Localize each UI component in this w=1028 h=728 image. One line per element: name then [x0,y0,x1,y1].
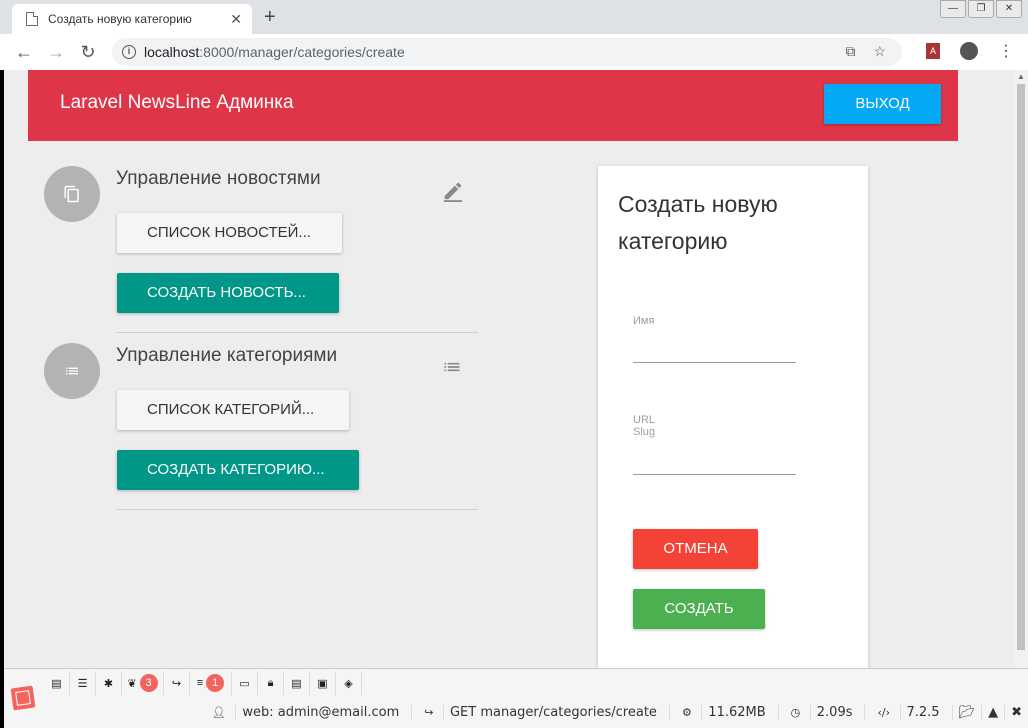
new-tab-button[interactable]: + [264,6,276,29]
request-icon[interactable]: ▤ [284,671,310,695]
bookmark-star-icon[interactable]: ☆ [873,43,886,60]
timeline-icon[interactable]: ☰ [70,671,96,695]
page-scrollbar[interactable]: ▲ [1014,70,1028,668]
slug-input[interactable] [633,474,796,475]
slug-label: URL Slug [633,414,656,438]
user-icon: 👤︎ [211,705,230,719]
scroll-up-icon[interactable]: ▲ [1017,72,1025,81]
address-bar[interactable]: i localhost:8000/manager/categories/crea… [112,38,902,66]
php-version-info[interactable]: ‹/› 7.2.5 [864,704,951,720]
info-icon[interactable]: i [122,45,136,59]
time-info[interactable]: ◷ 2.09s [777,704,865,720]
views-leaf-icon[interactable]: ❦ 3 [122,671,164,695]
list-action-icon[interactable] [442,357,462,382]
close-window-button[interactable]: ✕ [996,0,1022,18]
url-text: localhost:8000/manager/categories/create [144,44,405,60]
page-viewport: Laravel NewsLine Админка Выход Управлени… [4,70,1014,668]
code-icon: ‹/› [877,705,894,719]
create-category-card: Создать новую категорию Имя URL Slug Отм… [598,166,868,668]
debugbar: ▤ ☰ ✱ ❦ 3 ↪ ≡ 1 ▭ 🔒︎ ▤ ▣ ◈ 👤︎ web: admin… [4,668,1028,728]
route-share-icon[interactable]: ↪ [164,671,190,695]
exceptions-bug-icon[interactable]: ✱ [96,671,122,695]
chevron-up-icon[interactable]: ▲ [981,704,1004,720]
cancel-button[interactable]: Отмена [633,529,758,569]
name-label: Имя [633,315,655,327]
news-management-section: Управление новостями Список новостей... … [44,166,478,336]
close-tab-icon[interactable]: ✕ [230,11,242,28]
categories-management-section: Управление категориями Список категорий.… [44,343,478,513]
translate-icon[interactable]: ⧉ [845,43,855,60]
categories-list-button[interactable]: Список категорий... [117,390,349,430]
user-info[interactable]: 👤︎ web: admin@email.com [200,704,411,720]
browser-chrome: Создать новую категорию ✕ + — ❐ ✕ ← → ↻ … [0,0,1028,70]
window-controls: — ❐ ✕ [940,0,1022,18]
tab-title: Создать новую категорию [48,12,192,26]
auth-lock-icon[interactable]: 🔒︎ [258,671,284,695]
page-icon [26,12,38,26]
pdf-extension-icon[interactable]: A [926,43,940,59]
news-section-title: Управление новостями [116,168,321,189]
mail-inbox-icon[interactable]: ▭ [232,671,258,695]
menu-dots-icon[interactable]: ⋮ [998,41,1014,61]
browser-tab[interactable]: Создать новую категорию ✕ [12,4,252,34]
brand-title[interactable]: Laravel NewsLine Админка [60,92,294,114]
minimize-button[interactable]: — [940,0,966,18]
copy-icon [44,166,100,222]
debugbar-tabs: ▤ ☰ ✱ ❦ 3 ↪ ≡ 1 ▭ 🔒︎ ▤ ▣ ◈ [44,671,362,695]
edit-pencil-icon[interactable] [442,180,464,207]
views-badge: 3 [139,674,158,692]
name-input[interactable] [633,362,796,363]
memory-info[interactable]: ⚙ 11.62MB [668,704,778,720]
news-list-button[interactable]: Список новостей... [117,213,342,253]
section-divider [116,332,478,333]
account-icon[interactable] [960,42,978,60]
clock-icon: ◷ [790,705,804,719]
session-archive-icon[interactable]: ▣ [310,671,336,695]
messages-icon[interactable]: ▤ [44,671,70,695]
cogs-icon: ⚙ [681,705,696,719]
reload-icon[interactable]: ↻ [72,42,104,63]
categories-section-title: Управление категориями [116,345,338,366]
submit-button[interactable]: Создать [633,589,765,629]
form-title: Создать новую категорию [618,191,778,254]
section-divider [116,509,478,510]
logout-button[interactable]: Выход [824,84,941,124]
browser-toolbar: ← → ↻ i localhost:8000/manager/categorie… [0,34,1028,70]
back-arrow-icon[interactable]: ← [8,42,40,63]
route-info[interactable]: ↪ GET manager/categories/create [411,704,669,720]
laravel-logo-icon[interactable] [10,685,36,711]
tags-icon[interactable]: ◈ [336,671,362,695]
queries-badge: 1 [206,674,225,692]
debugbar-status: 👤︎ web: admin@email.com ↪ GET manager/ca… [200,697,1028,727]
create-news-button[interactable]: Создать новость... [117,273,339,313]
create-category-button[interactable]: Создать категорию... [117,450,359,490]
open-folder-icon[interactable]: 📂︎ [951,704,982,720]
restore-button[interactable]: ❐ [968,0,994,18]
share-icon: ↪ [424,705,437,719]
scrollbar-thumb[interactable] [1017,84,1025,650]
admin-header: Laravel NewsLine Админка Выход [28,70,958,141]
close-icon[interactable]: ✖ [1004,704,1028,720]
forward-arrow-icon[interactable]: → [40,42,72,63]
database-icon[interactable]: ≡ 1 [190,671,232,695]
list-icon [44,343,100,399]
